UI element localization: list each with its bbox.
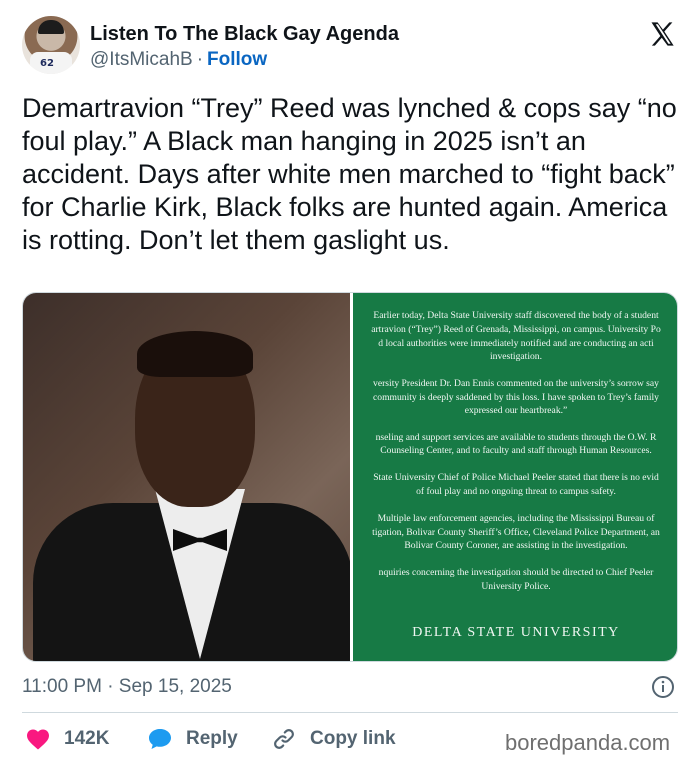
- university-statement[interactable]: Earlier today, Delta State University st…: [353, 293, 677, 661]
- tweet-media[interactable]: Earlier today, Delta State University st…: [22, 292, 678, 662]
- statement-line: University Police.: [481, 581, 551, 592]
- statement-line: expressed our heartbreak.”: [464, 405, 568, 416]
- reply-label: Reply: [186, 728, 238, 749]
- statement-line: Bolivar County Coroner, are assisting in…: [404, 540, 628, 551]
- tweet-text: Demartravion “Trey” Reed was lynched & c…: [22, 93, 677, 255]
- link-icon: [274, 729, 294, 749]
- statement-line: community is deeply saddened by this los…: [373, 392, 659, 403]
- author-handle-row: @ItsMicahB · Follow: [90, 49, 267, 71]
- author-name[interactable]: Listen To The Black Gay Agenda: [90, 23, 399, 46]
- like-button[interactable]: 142K: [26, 724, 109, 754]
- statement-line: versity President Dr. Dan Ennis commente…: [373, 378, 659, 389]
- tweet-timestamp[interactable]: 11:00 PM · Sep 15, 2025: [22, 676, 232, 698]
- statement-line: State University Chief of Police Michael…: [373, 472, 659, 483]
- statement-line: Multiple law enforcement agencies, inclu…: [377, 513, 655, 524]
- statement-line: tigation, Bolivar County Sheriff’s Offic…: [372, 527, 660, 538]
- handle-separator: ·: [196, 49, 204, 70]
- statement-line: Earlier today, Delta State University st…: [373, 310, 659, 321]
- info-icon[interactable]: [651, 675, 675, 699]
- author-avatar[interactable]: 62: [22, 16, 80, 74]
- statement-line: nquiries concerning the investigation sh…: [378, 567, 654, 578]
- statement-line: d local authorities were immediately not…: [378, 338, 654, 349]
- author-handle[interactable]: @ItsMicahB: [90, 49, 193, 70]
- tweet-header: 62 Listen To The Black Gay Agenda @ItsMi…: [22, 14, 682, 78]
- copy-link-button[interactable]: Copy link: [272, 724, 396, 754]
- actions-divider: [22, 712, 678, 713]
- heart-icon: [27, 729, 49, 750]
- reply-bubble-icon: [149, 729, 171, 749]
- x-logo-icon[interactable]: [648, 20, 676, 48]
- statement-line: investigation.: [490, 351, 542, 362]
- statement-signature: DELTA STATE UNIVERSITY: [412, 625, 620, 640]
- watermark: boredpanda.com: [505, 730, 671, 755]
- avatar-cap: [38, 20, 64, 34]
- portrait-photo[interactable]: [23, 293, 350, 661]
- statement-line: Counseling Center, and to faculty and st…: [380, 445, 652, 456]
- follow-button[interactable]: Follow: [207, 49, 267, 70]
- statement-line: nseling and support services are availab…: [375, 432, 657, 443]
- avatar-jersey-number: 62: [40, 58, 54, 69]
- statement-line: artravion (“Trey”) Reed of Grenada, Miss…: [371, 324, 661, 335]
- statement-line: of foul play and no ongoing threat to ca…: [416, 486, 616, 497]
- like-count: 142K: [64, 728, 110, 749]
- copy-link-label: Copy link: [310, 728, 396, 749]
- photo-hair: [137, 331, 253, 377]
- reply-button[interactable]: Reply: [148, 724, 238, 754]
